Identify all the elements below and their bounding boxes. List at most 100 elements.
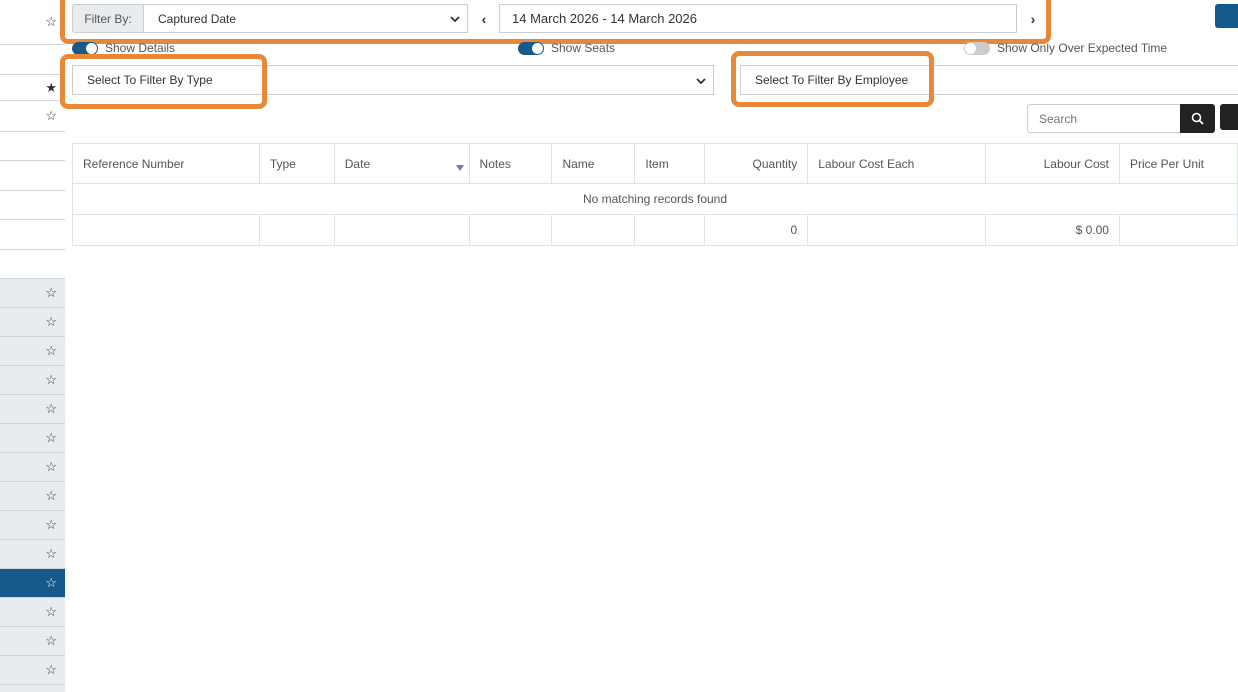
sidebar-item[interactable]: ☆ (0, 308, 65, 337)
filter-by-value: Captured Date (158, 11, 237, 26)
col-type[interactable]: Type (258, 143, 335, 184)
star-icon[interactable]: ☆ (45, 401, 57, 417)
search-placeholder: Search (1039, 111, 1078, 126)
star-icon[interactable]: ☆ (45, 285, 57, 301)
table-cell (1118, 214, 1238, 246)
table-cell (72, 214, 260, 246)
search-button[interactable] (1180, 104, 1215, 133)
sidebar-item[interactable] (0, 191, 65, 220)
sidebar-item[interactable]: ☆ (0, 337, 65, 366)
sidebar-item[interactable]: ☆ (0, 279, 65, 308)
star-icon[interactable]: ☆ (45, 343, 57, 359)
chevron-down-icon (696, 78, 706, 85)
table-cell (807, 214, 987, 246)
sidebar-item[interactable]: ☆ (0, 366, 65, 395)
sort-desc-icon (455, 165, 464, 171)
star-icon[interactable]: ☆ (45, 14, 57, 30)
sidebar-item[interactable]: ☆ (0, 424, 65, 453)
table-cell (468, 214, 553, 246)
star-icon[interactable]: ☆ (45, 633, 57, 649)
table-cell (634, 214, 706, 246)
type-filter-select[interactable]: Select To Filter By Type (72, 65, 714, 95)
main-content: Filter By: Captured Date ‹ 14 March 2026… (60, 0, 1238, 692)
star-filled-icon[interactable]: ★ (45, 80, 57, 96)
chevron-down-icon (450, 16, 460, 23)
show-seats-label: Show Seats (551, 41, 616, 55)
search-icon (1191, 112, 1204, 125)
employee-filter-select[interactable]: Select To Filter By Employee (740, 65, 1238, 95)
date-range-input[interactable]: 14 March 2026 - 14 March 2026 (499, 4, 1017, 33)
star-icon[interactable]: ☆ (45, 108, 57, 124)
star-icon[interactable]: ☆ (45, 546, 57, 562)
col-date-label: Date (344, 156, 371, 171)
sidebar-item[interactable] (0, 250, 65, 279)
sidebar-item[interactable]: ☆ (0, 598, 65, 627)
show-over-expected-label: Show Only Over Expected Time (997, 41, 1168, 55)
col-date[interactable]: Date (333, 143, 470, 184)
sidebar-item[interactable]: ☆ (0, 627, 65, 656)
search-input[interactable]: Search (1027, 104, 1181, 133)
results-table: Reference Number Type Date Notes Name It… (72, 143, 1238, 246)
show-over-expected-toggle[interactable]: Show Only Over Expected Time (964, 40, 1167, 56)
filter-by-label: Filter By: (72, 4, 144, 33)
col-reference-number[interactable]: Reference Number (72, 143, 260, 184)
next-date-button[interactable]: › (1021, 4, 1045, 33)
sidebar-item[interactable]: ★ (0, 75, 65, 101)
sidebar-item[interactable] (0, 132, 65, 161)
col-notes[interactable]: Notes (468, 143, 553, 184)
col-labour-cost[interactable]: Labour Cost (985, 143, 1120, 184)
show-seats-toggle[interactable]: Show Seats (518, 40, 615, 56)
empty-message: No matching records found (72, 183, 1238, 215)
prev-date-button[interactable]: ‹ (472, 4, 496, 33)
table-cell (258, 214, 335, 246)
show-details-toggle[interactable]: Show Details (72, 40, 175, 56)
print-button[interactable] (1220, 104, 1238, 130)
star-icon[interactable]: ☆ (45, 604, 57, 620)
table-row: No matching records found (72, 183, 1238, 215)
total-labour-cost: $ 0.00 (985, 214, 1120, 246)
star-icon[interactable]: ☆ (45, 662, 57, 678)
table-cell (333, 214, 470, 246)
star-icon[interactable]: ☆ (45, 575, 57, 591)
sidebar-item[interactable]: ☆ (0, 540, 65, 569)
totals-row: 0 $ 0.00 (72, 214, 1238, 246)
sidebar-item[interactable]: ☆ (0, 656, 65, 685)
toggle-switch[interactable] (72, 41, 98, 55)
col-item[interactable]: Item (634, 143, 706, 184)
table-header-row: Reference Number Type Date Notes Name It… (72, 143, 1238, 184)
show-details-label: Show Details (105, 41, 176, 55)
col-price-per-unit[interactable]: Price Per Unit (1118, 143, 1238, 184)
col-name[interactable]: Name (551, 143, 636, 184)
sidebar-item[interactable] (0, 685, 65, 692)
chevron-right-icon: › (1030, 10, 1036, 27)
star-icon[interactable]: ☆ (45, 459, 57, 475)
sidebar-item[interactable]: ☆ (0, 511, 65, 540)
star-icon[interactable]: ☆ (45, 314, 57, 330)
sidebar-item[interactable]: ☆ (0, 101, 65, 132)
total-quantity: 0 (704, 214, 809, 246)
sidebar: ☆ ★ ☆ ☆ ☆ ☆ ☆ ☆ ☆ ☆ ☆ ☆ ☆ ☆ ☆ ☆ ☆ (0, 0, 65, 692)
col-quantity[interactable]: Quantity (704, 143, 809, 184)
sidebar-item[interactable]: ☆ (0, 453, 65, 482)
sidebar-item-active[interactable]: ☆ (0, 569, 65, 598)
sidebar-item[interactable] (0, 45, 65, 75)
toggle-switch[interactable] (518, 41, 544, 55)
filter-by-select[interactable]: Captured Date (143, 4, 468, 33)
sidebar-item[interactable] (0, 161, 65, 191)
employee-filter-placeholder: Select To Filter By Employee (755, 73, 909, 87)
sidebar-item[interactable] (0, 220, 65, 250)
star-icon[interactable]: ☆ (45, 372, 57, 388)
sidebar-item[interactable]: ☆ (0, 395, 65, 424)
chevron-left-icon: ‹ (481, 10, 487, 27)
type-filter-placeholder: Select To Filter By Type (87, 73, 213, 87)
star-icon[interactable]: ☆ (45, 517, 57, 533)
star-icon[interactable]: ☆ (45, 488, 57, 504)
date-range-value: 14 March 2026 - 14 March 2026 (512, 11, 697, 26)
sidebar-item[interactable]: ☆ (0, 482, 65, 511)
star-icon[interactable]: ☆ (45, 430, 57, 446)
export-button[interactable] (1215, 4, 1238, 28)
toggle-switch[interactable] (964, 41, 990, 55)
table-cell (551, 214, 636, 246)
col-labour-cost-each[interactable]: Labour Cost Each (807, 143, 987, 184)
sidebar-item[interactable]: ☆ (0, 0, 65, 45)
